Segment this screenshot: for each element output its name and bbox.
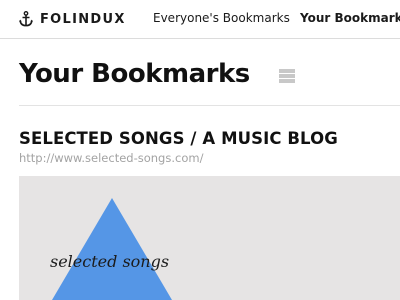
- nav-link-your-bookmarks[interactable]: Your Bookmarks: [300, 11, 400, 25]
- list-view-icon[interactable]: [279, 69, 295, 83]
- nav-link-everyones-bookmarks[interactable]: Everyone's Bookmarks: [153, 11, 290, 25]
- brand-name: FOLINDUX: [40, 11, 126, 27]
- bookmark-title[interactable]: SELECTED SONGS / A MUSIC BLOG: [19, 128, 338, 150]
- title-divider: [19, 105, 400, 106]
- preview-artwork: [52, 198, 172, 300]
- bookmark-url[interactable]: http://www.selected-songs.com/: [19, 151, 203, 165]
- anchor-icon: [19, 11, 33, 27]
- brand-logo-link[interactable]: FOLINDUX: [19, 9, 126, 29]
- list-view-bar: [279, 69, 295, 73]
- list-view-bar: [279, 74, 295, 78]
- page-title: Your Bookmarks: [19, 59, 250, 89]
- top-navigation: FOLINDUX Everyone's Bookmarks Your Bookm…: [0, 0, 400, 39]
- bookmark-preview-image[interactable]: selected songs: [19, 176, 400, 300]
- preview-triangle: [52, 198, 172, 300]
- preview-text: selected songs: [50, 252, 170, 271]
- list-view-bar: [279, 79, 295, 83]
